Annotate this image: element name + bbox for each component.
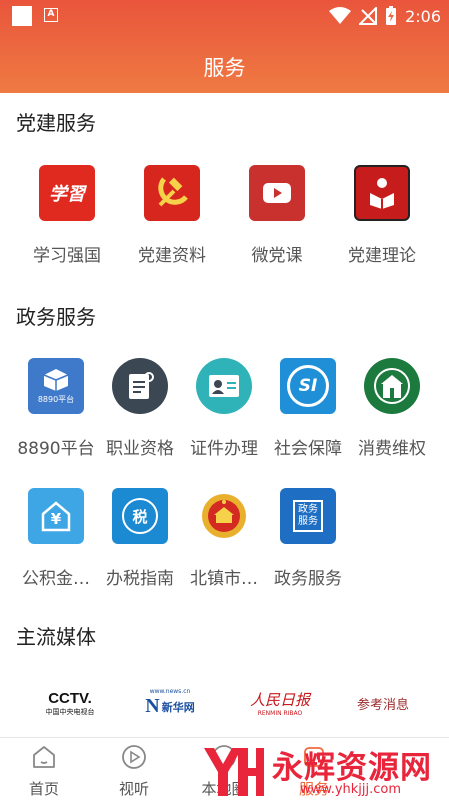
notification-icon xyxy=(12,6,32,26)
item-certificate-handling[interactable]: 证件办理 xyxy=(179,358,269,459)
consumer-rights-icon xyxy=(364,358,420,414)
watermark-logo xyxy=(204,748,264,796)
xuexi-qiangguo-icon: 学習 xyxy=(39,165,95,221)
item-gov-service[interactable]: 政务服务 政务服务 xyxy=(263,488,353,589)
section-title-party: 党建服务 xyxy=(16,111,96,135)
id-card-icon xyxy=(196,358,252,414)
play-circle-icon xyxy=(122,745,146,769)
section-title-gov: 政务服务 xyxy=(16,305,96,329)
no-signal-icon xyxy=(359,7,378,25)
item-party-materials[interactable]: 党建资料 xyxy=(127,165,217,266)
cankao-logo[interactable]: 参考消息 xyxy=(350,678,416,728)
clock: 2:06 xyxy=(405,6,441,26)
page-title: 服务 xyxy=(203,56,246,80)
item-8890-platform[interactable]: 8890平台 8890平台 xyxy=(11,358,101,459)
national-emblem-icon xyxy=(196,488,252,544)
gov-service-icon: 政务服务 xyxy=(280,488,336,544)
service-page: 党建服务 学習 学习强国 党建资料 微党课 党建理论 政务服务 8890平台 8… xyxy=(0,93,449,737)
hammer-sickle-icon xyxy=(144,165,200,221)
status-icons: 2:06 xyxy=(329,5,441,27)
home-icon xyxy=(33,746,55,768)
item-beizhen-city[interactable]: 北镇市… xyxy=(179,488,269,589)
nav-audio-video[interactable]: 视听 xyxy=(94,744,174,799)
item-consumer-rights[interactable]: 消费维权 xyxy=(347,358,437,459)
housing-fund-icon: ¥ xyxy=(28,488,84,544)
app-header: A 2:06 服务 xyxy=(0,0,449,93)
social-security-icon: SI xyxy=(280,358,336,414)
item-xuexi-qiangguo[interactable]: 学習 学习强国 xyxy=(22,165,112,266)
item-professional-qualification[interactable]: 职业资格 xyxy=(95,358,185,459)
keyboard-a-icon: A xyxy=(44,8,58,22)
item-tax-guide[interactable]: 税 办税指南 xyxy=(95,488,185,589)
box-8890-icon: 8890平台 xyxy=(28,358,84,414)
item-micro-party-class[interactable]: 微党课 xyxy=(232,165,322,266)
item-social-security[interactable]: SI 社会保障 xyxy=(263,358,353,459)
section-title-media: 主流媒体 xyxy=(16,625,96,649)
xinhua-logo[interactable]: www.news.cn N 新华网 xyxy=(140,678,200,728)
item-party-theory[interactable]: 党建理论 xyxy=(337,165,427,266)
video-play-icon xyxy=(249,165,305,221)
nav-home[interactable]: 首页 xyxy=(4,744,84,799)
watermark-text: 永辉资源网 xyxy=(272,750,432,786)
battery-icon xyxy=(386,6,397,25)
certificate-clip-icon xyxy=(112,358,168,414)
peoples-daily-logo[interactable]: 人民日报 RENMIN RIBAO xyxy=(240,678,320,728)
tax-hands-icon: 税 xyxy=(112,488,168,544)
reading-person-icon xyxy=(354,165,410,221)
watermark: 永辉资源网 www.yhkjjj.com xyxy=(200,742,449,800)
wifi-icon xyxy=(329,7,352,24)
status-bar: A 2:06 xyxy=(0,0,449,32)
cctv-logo[interactable]: CCTV. 中国中央电视台 xyxy=(30,678,110,728)
watermark-url: www.yhkjjj.com xyxy=(300,782,402,797)
item-housing-fund[interactable]: ¥ 公积金… xyxy=(11,488,101,589)
